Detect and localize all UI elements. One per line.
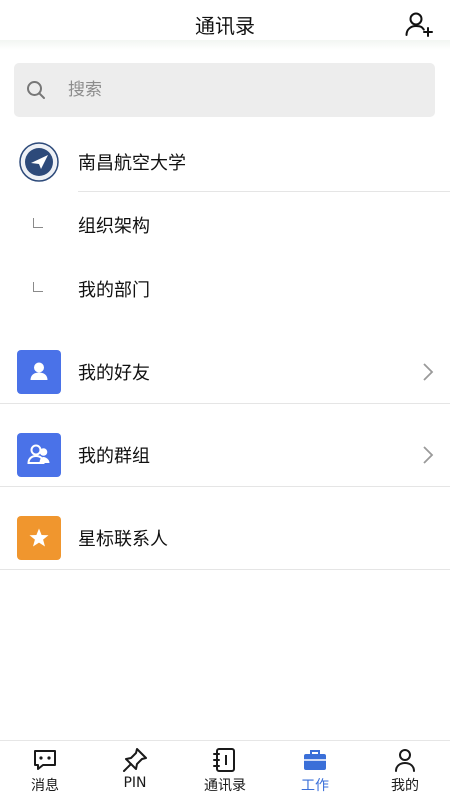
tree-branch-icon — [33, 218, 43, 228]
bottom-tab-bar: 消息 PIN 通讯录 工作 我的 — [0, 740, 450, 800]
search-bar[interactable] — [14, 63, 435, 117]
starred-contacts-label: 星标联系人 — [78, 529, 168, 550]
divider — [78, 191, 450, 192]
my-friends-item[interactable]: 我的好友 — [0, 330, 450, 414]
org-structure-label: 组织架构 — [78, 216, 150, 237]
add-contact-icon[interactable] — [404, 10, 434, 40]
tab-contacts[interactable]: 通讯录 — [180, 741, 270, 800]
university-logo-icon — [19, 142, 59, 182]
group-icon — [17, 433, 61, 477]
starred-contacts-item[interactable]: 星标联系人 — [0, 496, 450, 580]
person-icon — [17, 350, 61, 394]
chevron-right-icon — [423, 446, 434, 464]
divider — [0, 486, 450, 487]
pin-icon — [123, 748, 147, 772]
my-friends-label: 我的好友 — [78, 363, 150, 384]
chat-icon — [34, 750, 56, 770]
divider — [0, 569, 450, 570]
tab-label: 我的 — [391, 778, 419, 794]
organization-row[interactable]: 南昌航空大学 — [0, 130, 450, 192]
tab-label: PIN — [123, 775, 147, 791]
tab-label: 工作 — [301, 778, 329, 794]
tab-messages[interactable]: 消息 — [0, 741, 90, 800]
contacts-book-icon — [213, 748, 235, 772]
page-title: 通讯录 — [195, 14, 255, 38]
divider — [0, 403, 450, 404]
search-input[interactable] — [68, 77, 408, 103]
my-department-item[interactable]: 我的部门 — [0, 260, 450, 320]
briefcase-icon — [304, 750, 326, 770]
star-icon — [17, 516, 61, 560]
header-divider — [0, 40, 450, 50]
tab-work[interactable]: 工作 — [270, 741, 360, 800]
profile-icon — [395, 749, 415, 772]
chevron-right-icon — [423, 363, 434, 381]
my-groups-label: 我的群组 — [78, 446, 150, 467]
tab-me[interactable]: 我的 — [360, 741, 450, 800]
org-structure-item[interactable]: 组织架构 — [0, 196, 450, 256]
my-groups-item[interactable]: 我的群组 — [0, 413, 450, 497]
tree-branch-icon — [33, 282, 43, 292]
my-department-label: 我的部门 — [78, 280, 150, 301]
tab-label: 消息 — [31, 778, 59, 794]
search-icon — [27, 81, 45, 99]
tab-pin[interactable]: PIN — [90, 741, 180, 800]
tab-label: 通讯录 — [204, 778, 246, 794]
organization-name: 南昌航空大学 — [78, 153, 186, 174]
